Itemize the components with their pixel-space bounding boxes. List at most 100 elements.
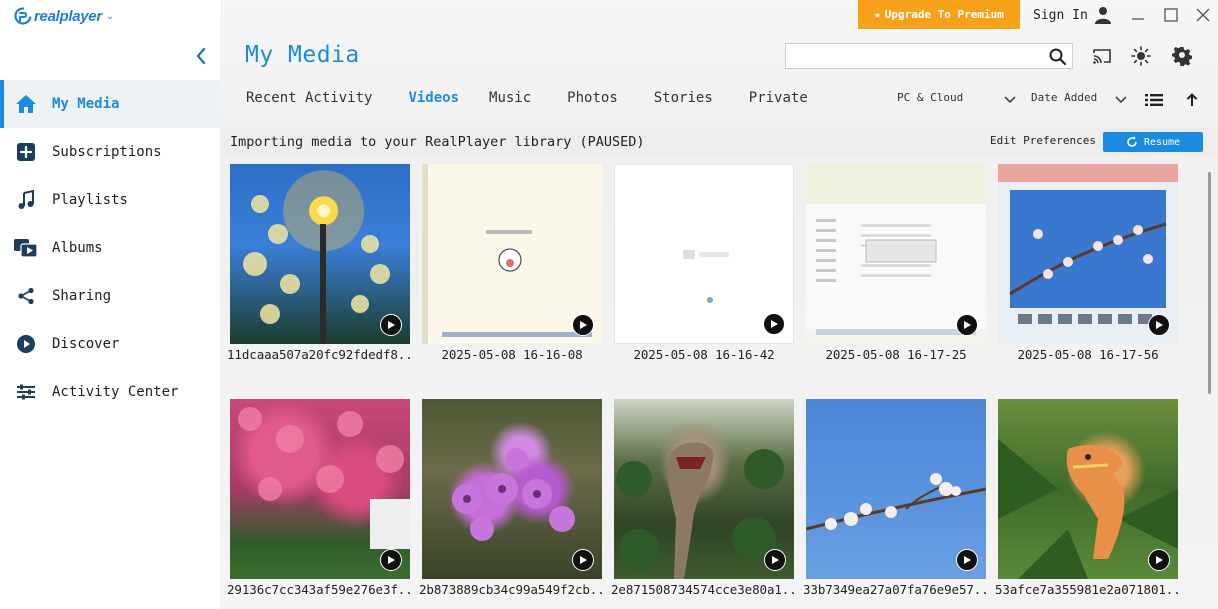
media-caption: 11dcaaa507a20fc92fdedf8... xyxy=(227,347,413,362)
search-box[interactable] xyxy=(785,43,1073,69)
video-thumbnail xyxy=(614,164,794,344)
video-thumbnail xyxy=(998,399,1178,579)
media-caption: 2025-05-08 16-17-25 xyxy=(825,347,967,362)
collapse-sidebar-button[interactable] xyxy=(190,44,212,68)
logo-text: realplayer xyxy=(34,7,102,25)
media-caption: 2025-05-08 16-16-42 xyxy=(633,347,775,362)
main-panel: ★ Upgrade To Premium Sign In My Media Re… xyxy=(220,0,1218,609)
sort-chevron[interactable] xyxy=(1110,90,1132,110)
list-view-button[interactable] xyxy=(1143,90,1165,110)
resume-label: Resume xyxy=(1143,136,1181,148)
play-icon[interactable] xyxy=(956,314,978,336)
media-card[interactable]: 53afce7a355981e2a071801... xyxy=(995,399,1181,597)
edit-preferences-link[interactable]: Edit Preferences xyxy=(990,134,1096,147)
import-status-text: Importing media to your RealPlayer libra… xyxy=(230,134,645,150)
sign-in-label: Sign In xyxy=(1033,7,1088,23)
tab-private[interactable]: Private xyxy=(749,90,808,106)
media-card[interactable]: 2e871508734574cce3e80a1... xyxy=(611,399,797,597)
sidebar-item-subscriptions[interactable]: Subscriptions xyxy=(0,128,220,176)
play-icon[interactable] xyxy=(380,314,402,336)
media-card[interactable]: 2025-05-08 16-16-42 xyxy=(614,164,794,362)
tab-videos[interactable]: Videos xyxy=(408,90,459,106)
theme-toggle-button[interactable] xyxy=(1130,45,1152,67)
video-thumbnail xyxy=(230,399,410,579)
search-input[interactable] xyxy=(786,44,1036,68)
sidebar-item-label: Activity Center xyxy=(52,384,179,400)
media-caption: 53afce7a355981e2a071801... xyxy=(995,582,1181,597)
video-thumbnail xyxy=(806,164,986,344)
sidebar-item-discover[interactable]: Discover xyxy=(0,320,220,368)
upgrade-button[interactable]: ★ Upgrade To Premium xyxy=(858,0,1020,29)
minimize-button[interactable] xyxy=(1127,5,1149,25)
search-icon[interactable] xyxy=(1049,48,1067,69)
sidebar: realplayer ⌄ My Media Subscriptions Play… xyxy=(0,0,220,609)
play-icon[interactable] xyxy=(572,549,594,571)
media-caption: 2b873889cb34c99a549f2cb... xyxy=(419,582,605,597)
maximize-icon xyxy=(1164,8,1178,22)
video-thumbnail xyxy=(998,164,1178,344)
play-icon[interactable] xyxy=(763,313,785,335)
media-card[interactable]: 2025-05-08 16-17-25 xyxy=(806,164,986,362)
maximize-button[interactable] xyxy=(1160,5,1182,25)
user-icon xyxy=(1094,7,1111,24)
media-caption: 2e871508734574cce3e80a1... xyxy=(611,582,797,597)
title-bar: ★ Upgrade To Premium Sign In xyxy=(220,0,1218,30)
sort-direction-button[interactable] xyxy=(1181,90,1203,110)
source-filter-chevron[interactable] xyxy=(999,90,1021,110)
tab-recent-activity[interactable]: Recent Activity xyxy=(246,90,372,106)
upgrade-label: Upgrade To Premium xyxy=(884,8,1004,21)
sort-dropdown[interactable]: Date Added xyxy=(1031,91,1097,104)
refresh-icon xyxy=(1127,136,1137,147)
play-icon[interactable] xyxy=(572,314,594,336)
home-icon xyxy=(0,94,52,114)
share-icon xyxy=(0,287,52,305)
media-card[interactable]: 33b7349ea27a07fa76e9e57... xyxy=(803,399,989,597)
sign-in-button[interactable]: Sign In xyxy=(1033,6,1112,24)
play-icon[interactable] xyxy=(764,549,786,571)
settings-button[interactable] xyxy=(1171,45,1193,67)
tab-music[interactable]: Music xyxy=(489,90,531,106)
sidebar-item-sharing[interactable]: Sharing xyxy=(0,272,220,320)
chevron-down-icon xyxy=(1115,96,1127,104)
play-circle-icon xyxy=(0,334,52,354)
media-caption: 2025-05-08 16-16-08 xyxy=(441,347,583,362)
video-thumbnail xyxy=(614,399,794,579)
chevron-left-icon xyxy=(196,47,206,65)
sidebar-item-albums[interactable]: Albums xyxy=(0,224,220,272)
tab-photos[interactable]: Photos xyxy=(567,90,618,106)
realplayer-logo[interactable]: realplayer ⌄ xyxy=(14,4,114,28)
gear-icon xyxy=(1172,46,1192,66)
music-note-icon xyxy=(0,190,52,210)
video-thumbnail xyxy=(230,164,410,344)
realplayer-logo-icon xyxy=(14,7,32,25)
play-icon[interactable] xyxy=(956,549,978,571)
minimize-icon xyxy=(1132,18,1144,20)
media-card[interactable]: 2b873889cb34c99a549f2cb... xyxy=(419,399,605,597)
media-caption: 2025-05-08 16-17-56 xyxy=(1017,347,1159,362)
grid-scrollbar[interactable] xyxy=(1208,172,1211,394)
media-card[interactable]: 2025-05-08 16-16-08 xyxy=(422,164,602,362)
media-card[interactable]: 2025-05-08 16-17-56 xyxy=(998,164,1178,362)
sidebar-item-activity-center[interactable]: Activity Center xyxy=(0,368,220,416)
video-thumbnail xyxy=(422,164,602,344)
sliders-icon xyxy=(0,383,52,401)
chevron-down-icon xyxy=(1004,96,1016,104)
video-thumbnail xyxy=(806,399,986,579)
sidebar-item-playlists[interactable]: Playlists xyxy=(0,176,220,224)
close-button[interactable] xyxy=(1192,5,1214,25)
import-status-bar: Importing media to your RealPlayer libra… xyxy=(220,128,1218,156)
source-filter-dropdown[interactable]: PC & Cloud xyxy=(897,91,963,104)
media-card[interactable]: 29136c7cc343af59e276e3f... xyxy=(227,399,413,597)
resume-button[interactable]: Resume xyxy=(1103,132,1203,152)
play-icon[interactable] xyxy=(380,549,402,571)
brightness-icon xyxy=(1131,46,1151,66)
tab-stories[interactable]: Stories xyxy=(654,90,713,106)
star-icon: ★ xyxy=(874,8,881,21)
play-icon[interactable] xyxy=(1148,314,1170,336)
cast-button[interactable] xyxy=(1091,45,1113,67)
media-card[interactable]: 11dcaaa507a20fc92fdedf8... xyxy=(227,164,413,362)
plus-square-icon xyxy=(0,143,52,161)
sidebar-item-my-media[interactable]: My Media xyxy=(0,80,220,128)
play-icon[interactable] xyxy=(1148,549,1170,571)
sidebar-item-label: Subscriptions xyxy=(52,144,162,160)
